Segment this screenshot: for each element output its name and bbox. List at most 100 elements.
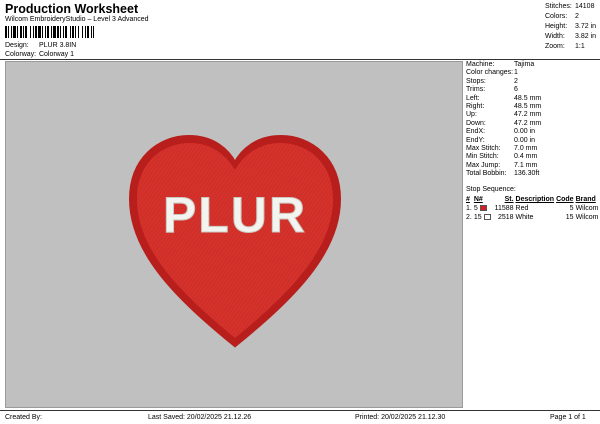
stat-value: 3.82 in	[575, 33, 597, 40]
info-machine: Machine: Tajima	[466, 61, 541, 69]
row-brand: Wilcom	[575, 205, 599, 212]
colorway-label: Colorway:	[5, 51, 37, 58]
info-value: 0.4 mm	[514, 153, 538, 161]
page-title: Production Worksheet	[5, 2, 139, 16]
info-value: 47.2 mm	[514, 119, 542, 127]
info-label: Max Stitch:	[466, 145, 501, 153]
col-brand-header: Brand	[575, 196, 596, 203]
info-trims: Trims: 6	[466, 86, 541, 94]
color-swatch	[483, 214, 491, 221]
stat-zoom: Zoom: 1:1	[545, 42, 596, 52]
needle-number: 5	[473, 205, 478, 212]
info-value: 7.1 mm	[514, 161, 538, 169]
info-value: 2	[514, 77, 518, 85]
col-code-header: Code	[556, 196, 574, 203]
software-name: Wilcom EmbroideryStudio – Level 3 Advanc…	[5, 16, 149, 23]
info-max-stitch: Max Stitch: 7.0 mm	[466, 145, 541, 153]
info-min-stitch: Min Stitch: 0.4 mm	[466, 153, 541, 161]
col-stitches-header: St.	[504, 196, 514, 203]
stat-value: 3.72 in	[575, 23, 597, 30]
row-code: 5	[569, 205, 574, 212]
stat-label: Width:	[545, 33, 565, 40]
footer-printed: Printed: 20/02/2025 21.12.30	[355, 414, 446, 421]
info-label: Min Stitch:	[466, 153, 499, 161]
design-preview: PLUR	[5, 61, 463, 408]
stop-sequence-title: Stop Sequence:	[466, 186, 516, 193]
stop-sequence-table: # N# St. Description Code Brand 1. 5 115…	[466, 195, 600, 222]
color-swatch	[479, 205, 487, 212]
info-endx: EndX: 0.00 in	[466, 128, 541, 136]
info-label: Left:	[466, 94, 480, 102]
info-label: Total Bobbin:	[466, 170, 507, 178]
info-label: Down:	[466, 119, 486, 127]
stat-label: Zoom:	[545, 43, 565, 50]
info-stops: Stops: 2	[466, 78, 541, 86]
stat-label: Height:	[545, 23, 568, 30]
footer-page: Page 1 of 1	[550, 414, 586, 421]
machine-info: Machine: Tajima Color changes: 1 Stops: 2 T…	[466, 61, 541, 179]
info-label: Right:	[466, 103, 485, 111]
row-description: Red	[515, 205, 529, 212]
design-value: PLUR 3.8IN	[38, 42, 77, 49]
col-needle-header: N#	[473, 196, 483, 203]
design-label: Design:	[5, 42, 29, 49]
colorway-value: Colorway 1	[38, 51, 74, 58]
colorway-row: Colorway: Colorway 1	[5, 51, 74, 58]
info-label: Max Jump:	[466, 161, 501, 169]
info-value: 0.00 in	[514, 136, 536, 144]
col-description-header: Description	[515, 196, 555, 203]
info-value: Tajima	[514, 61, 535, 68]
stat-label: Stitches:	[545, 3, 572, 10]
row-needle: 5	[474, 204, 495, 213]
info-value: 7.0 mm	[514, 145, 538, 153]
row-stitches: 2518	[497, 214, 514, 221]
stat-height: Height: 3.72 in	[545, 22, 596, 32]
stat-label: Colors:	[545, 13, 568, 20]
row-needle: 15	[474, 213, 495, 222]
info-value: 48.5 mm	[514, 103, 542, 111]
info-value: 0.00 in	[514, 128, 536, 136]
row-description: White	[515, 214, 534, 221]
info-label: Machine:	[466, 61, 495, 68]
stat-value: 1:1	[575, 43, 585, 50]
info-color-changes: Color changes: 1	[466, 69, 541, 77]
info-label: Color changes:	[466, 69, 514, 77]
info-label: Stops:	[466, 77, 486, 85]
stat-width: Width: 3.82 in	[545, 32, 596, 42]
stat-value: 14108	[575, 3, 595, 10]
table-row: 2. 15 2518 White 15 Wilcom	[466, 213, 600, 222]
design-row: Design: PLUR 3.8IN	[5, 42, 76, 49]
table-header-row: # N# St. Description Code Brand	[466, 195, 600, 204]
design-svg: PLUR	[128, 134, 342, 348]
info-value: 47.2 mm	[514, 111, 542, 119]
info-label: Trims:	[466, 86, 486, 94]
row-code: 15	[565, 214, 574, 221]
col-index-header: #	[466, 196, 470, 203]
row-index: 1.	[466, 205, 472, 212]
info-left: Left: 48.5 mm	[466, 95, 541, 103]
info-down: Down: 47.2 mm	[466, 120, 541, 128]
row-brand: Wilcom	[575, 214, 599, 221]
info-label: EndY:	[466, 136, 485, 144]
stat-value: 2	[575, 13, 579, 20]
info-max-jump: Max Jump: 7.1 mm	[466, 162, 541, 170]
barcode	[5, 26, 157, 38]
design-text: PLUR	[163, 187, 307, 243]
footer-created-by: Created By:	[5, 414, 42, 421]
table-row: 1. 5 11588 Red 5 Wilcom	[466, 204, 600, 213]
row-stitches: 11588	[494, 205, 514, 212]
info-value: 6	[514, 86, 518, 94]
needle-number: 15	[473, 214, 482, 221]
info-value: 136.30ft	[514, 170, 540, 178]
info-label: Up:	[466, 111, 477, 119]
info-label: EndX:	[466, 128, 486, 136]
stats-panel: Stitches: 14108 Colors: 2 Height: 3.72 in W…	[545, 2, 596, 52]
stat-colors: Colors: 2	[545, 12, 596, 22]
info-value: 48.5 mm	[514, 94, 542, 102]
row-index: 2.	[466, 214, 472, 221]
info-up: Up: 47.2 mm	[466, 111, 541, 119]
info-total-bobbin: Total Bobbin: 136.30ft	[466, 170, 541, 178]
info-right: Right: 48.5 mm	[466, 103, 541, 111]
footer-last-saved: Last Saved: 20/02/2025 21.12.26	[148, 414, 252, 421]
info-value: 1	[514, 69, 518, 77]
